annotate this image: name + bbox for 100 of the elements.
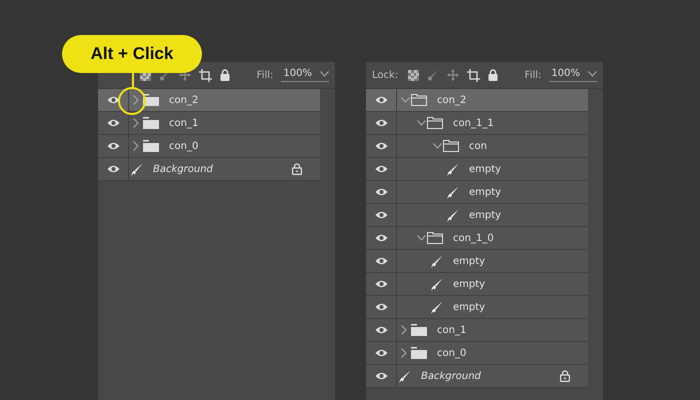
layer-name: empty [453,256,486,266]
eye-icon [374,349,388,357]
layer-row[interactable]: con_0 [366,342,588,365]
eye-icon [106,119,120,127]
expand-toggle[interactable] [417,235,426,241]
chevron-right-icon [133,118,139,128]
layer-name: empty [469,210,502,220]
eye-icon [374,234,388,242]
fill-label: Fill: [524,70,542,80]
layer-name: con [469,140,487,152]
brush-icon [447,208,459,222]
visibility-toggle[interactable] [374,211,388,219]
layer-name: con_0 [437,348,466,358]
lock-icon[interactable] [220,69,230,81]
eye-icon [374,96,388,104]
visibility-toggle[interactable] [374,188,388,196]
layer-name: con_0 [169,140,198,152]
fill-label: Fill: [256,70,274,80]
eye-icon [374,280,388,288]
layer-row[interactable]: con_2 [366,89,588,112]
expand-toggle[interactable] [433,143,442,149]
visibility-toggle[interactable] [374,372,388,380]
visibility-toggle[interactable] [374,257,388,265]
layer-name: con_2 [437,94,466,106]
eye-icon [374,257,388,265]
layer-row[interactable]: con_1_1 [366,112,588,135]
folder-icon [411,347,427,359]
layer-row[interactable]: Background [366,365,588,388]
visibility-toggle[interactable] [374,96,388,104]
lock-label: Lock: [372,70,398,80]
brush-icon [131,162,143,176]
eye-icon [106,165,120,173]
layer-name: con_1 [437,324,466,336]
visibility-toggle[interactable] [374,119,388,127]
chevron-down-icon [417,235,426,241]
layer-row[interactable]: con_1 [98,112,320,135]
chevron-down-icon [401,97,410,103]
layer-row[interactable]: con_0 [98,135,320,158]
visibility-toggle[interactable] [106,142,120,150]
layer-name: empty [453,278,486,290]
chevron-down-icon [417,120,426,126]
brush-icon [431,254,443,268]
visibility-toggle[interactable] [374,303,388,311]
lock-icon[interactable] [488,69,498,81]
layer-name: con_1_1 [453,118,494,128]
visibility-toggle[interactable] [106,96,120,104]
fill-field[interactable]: 100% [549,68,597,82]
layer-row[interactable]: con_1 [366,319,588,342]
layer-row[interactable]: empty [366,250,588,273]
visibility-toggle[interactable] [374,234,388,242]
visibility-toggle[interactable] [374,280,388,288]
expand-toggle[interactable] [417,120,426,126]
layer-name: con_2 [169,94,198,106]
layer-row[interactable]: empty [366,204,588,227]
layer-row[interactable]: empty [366,296,588,319]
visibility-toggle[interactable] [106,165,120,173]
chevron-right-icon [401,325,407,335]
layer-name: con_1 [169,118,198,128]
dropdown-icon [588,70,597,76]
layer-row[interactable]: empty [366,158,588,181]
eye-icon [106,142,120,150]
chevron-right-icon [401,348,407,358]
eye-icon [374,188,388,196]
layer-name: Background [421,370,481,382]
folder-icon [143,140,159,152]
eye-icon [374,165,388,173]
brush-icon [399,370,411,382]
callout-label: Alt + Click [62,35,202,73]
layer-row[interactable]: empty [366,273,588,296]
visibility-toggle[interactable] [374,326,388,334]
callout-pointer [117,73,149,115]
visibility-toggle[interactable] [374,165,388,173]
folder-icon [443,140,459,152]
layer-row[interactable]: con [366,135,588,158]
eye-icon [374,372,388,380]
layer-row[interactable]: con_2 [98,89,320,112]
eye-icon [374,326,388,334]
folder-icon [143,117,159,129]
layer-name: empty [469,186,502,198]
visibility-toggle[interactable] [374,349,388,357]
chevron-down-icon [433,143,442,149]
folder-icon [411,94,427,106]
visibility-toggle[interactable] [374,142,388,150]
layer-name: empty [453,302,486,312]
fill-field[interactable]: 100% [281,68,329,82]
layer-row[interactable]: empty [366,181,588,204]
visibility-toggle[interactable] [106,119,120,127]
layer-row[interactable]: Background [98,158,320,181]
crop-icon[interactable] [199,68,212,82]
checkerboard-icon[interactable] [408,70,420,80]
layer-name: Background [153,164,213,174]
eye-icon [374,303,388,311]
brush-icon [431,278,443,290]
folder-icon [427,117,443,129]
expand-toggle[interactable] [401,97,410,103]
crop-icon[interactable] [467,68,480,82]
folder-icon [427,232,443,244]
layer-row[interactable]: con_1_0 [366,227,588,250]
eye-icon [106,96,120,104]
chevron-right-icon [133,95,139,105]
